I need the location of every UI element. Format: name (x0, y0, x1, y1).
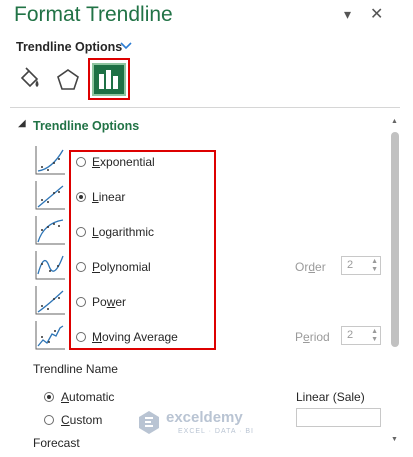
label-text: utomatic (69, 390, 115, 404)
options-highlight-box (69, 150, 216, 350)
panel-options-chevron-icon[interactable]: ▾ (344, 6, 351, 23)
paint-bucket-icon[interactable] (16, 66, 44, 94)
moving-average-thumbnail-icon (34, 320, 66, 351)
watermark-brand: exceldemy (166, 409, 243, 426)
spin-up-icon[interactable]: ▲ (371, 328, 378, 336)
scroll-up-icon[interactable]: ▲ (391, 118, 398, 125)
accelerator-key: e (303, 330, 310, 344)
scroll-down-icon[interactable]: ▼ (391, 436, 398, 443)
linear-thumbnail-icon (34, 180, 66, 211)
period-spinner[interactable]: 2 ▲ ▼ (341, 326, 381, 345)
label-text: riod (309, 330, 330, 344)
trendline-name-label: Trendline Name (33, 362, 118, 376)
panel-title: Format Trendline (14, 3, 173, 26)
accelerator-key: A (61, 390, 70, 404)
divider (10, 107, 400, 108)
label-text: er (315, 260, 326, 274)
polynomial-thumbnail-icon (34, 250, 66, 281)
accelerator-key: C (61, 413, 70, 427)
pentagon-icon[interactable] (54, 66, 82, 94)
chevron-down-icon[interactable] (120, 39, 132, 53)
label-text: Or (295, 260, 309, 274)
label-automatic[interactable]: Automatic (61, 390, 114, 404)
close-icon[interactable]: ✕ (370, 4, 383, 24)
order-spinner[interactable]: 2 ▲ ▼ (341, 256, 381, 275)
label-custom[interactable]: Custom (61, 413, 102, 427)
spin-up-icon[interactable]: ▲ (371, 258, 378, 266)
radio-automatic[interactable] (44, 392, 54, 402)
logarithmic-thumbnail-icon (34, 215, 66, 246)
spin-down-icon[interactable]: ▼ (371, 266, 378, 274)
label-text: P (295, 330, 304, 344)
bar-chart-icon[interactable] (92, 63, 126, 96)
label-text: ustom (69, 413, 103, 427)
custom-name-input[interactable] (296, 408, 381, 427)
watermark-tagline: EXCEL · DATA · BI (178, 428, 254, 435)
period-value: 2 (347, 329, 354, 341)
section-title[interactable]: Trendline Options (33, 119, 139, 133)
exceldemy-logo-icon (139, 411, 159, 434)
power-thumbnail-icon (34, 285, 66, 316)
scrollbar-thumb[interactable] (391, 132, 399, 347)
period-label: Period (295, 330, 330, 344)
exponential-thumbnail-icon (34, 145, 66, 176)
radio-custom[interactable] (44, 415, 54, 425)
order-value: 2 (347, 259, 354, 271)
spin-down-icon[interactable]: ▼ (371, 336, 378, 344)
order-label: Order (295, 260, 326, 274)
trendline-options-dropdown-label[interactable]: Trendline Options (16, 40, 122, 54)
automatic-name-value: Linear (Sale) (296, 390, 365, 404)
collapse-triangle-icon[interactable]: ◢ (18, 118, 26, 129)
forecast-label: Forecast (33, 436, 80, 450)
